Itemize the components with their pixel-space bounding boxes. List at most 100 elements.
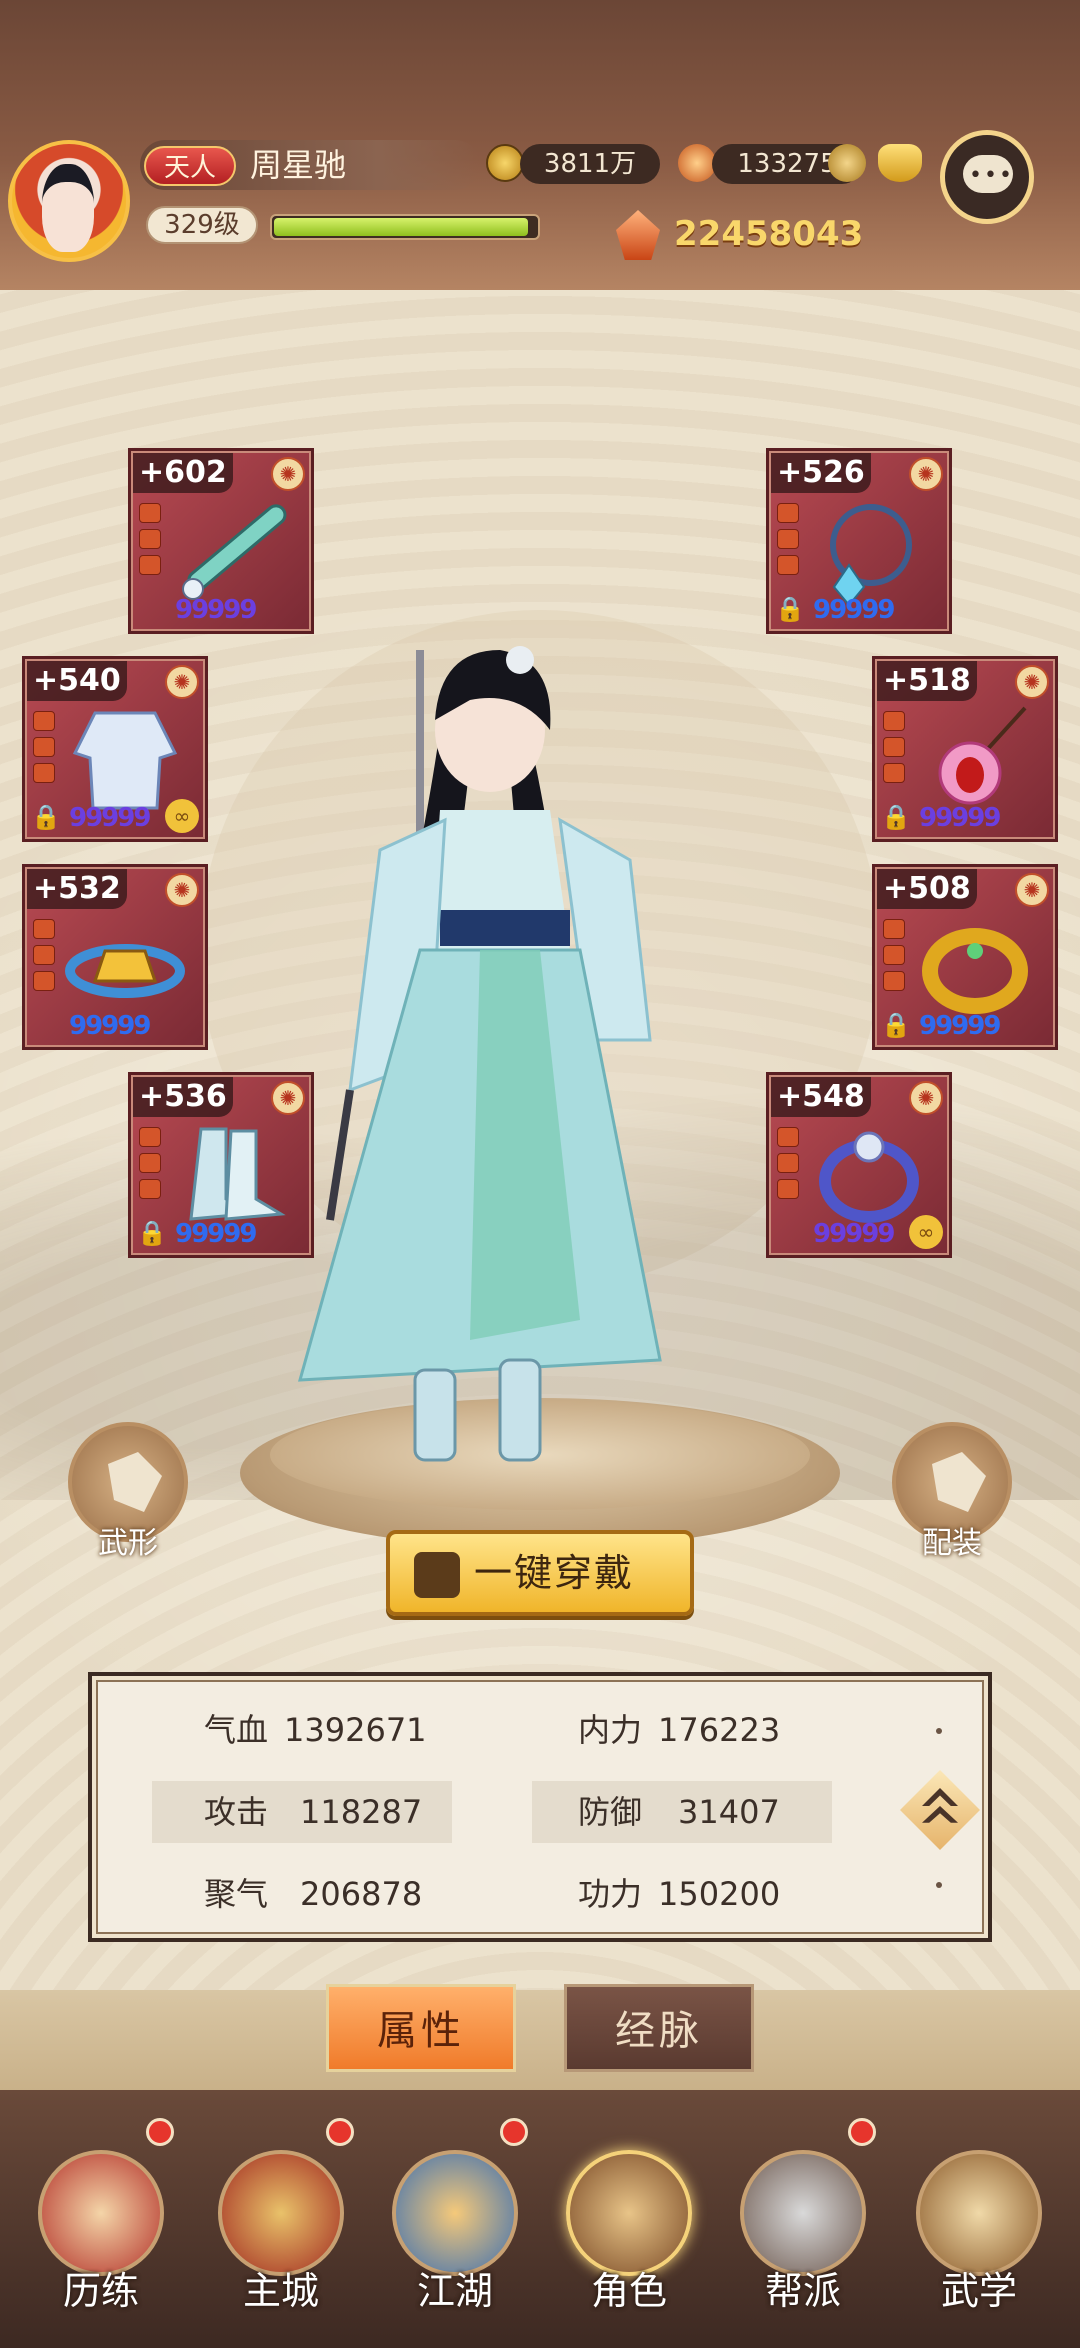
nav-jianghu[interactable]: 江湖 <box>380 2110 530 2340</box>
nav-martial-arts[interactable]: 武学 <box>904 2110 1054 2340</box>
jianghu-icon <box>392 2150 518 2276</box>
star-rating: 99999 <box>919 1011 1001 1041</box>
gem-sockets <box>33 919 55 997</box>
character-icon <box>566 2150 692 2276</box>
necklace-icon <box>915 703 1035 813</box>
gem-sockets <box>139 1127 161 1205</box>
nav-guild[interactable]: 帮派 <box>728 2110 878 2340</box>
star-rating: 99999 <box>69 1011 151 1041</box>
star-rating: 99999 <box>813 595 895 625</box>
equip-level: +602 <box>133 453 233 493</box>
quality-medal-icon: ✺ <box>165 873 199 907</box>
armlet-icon <box>915 911 1035 1021</box>
equip-level: +508 <box>877 869 977 909</box>
bracelet-icon <box>809 495 929 607</box>
equip-slot-necklace[interactable]: +518 ✺ 🔒 99999 <box>872 656 1058 842</box>
nav-training[interactable]: 历练 <box>26 2110 176 2340</box>
quality-medal-icon: ✺ <box>165 665 199 699</box>
lock-icon: 🔒 <box>137 1219 167 1247</box>
outfit-icon <box>932 1452 986 1512</box>
nav-character[interactable]: 角色 <box>554 2110 704 2340</box>
player-avatar[interactable] <box>8 140 130 262</box>
equip-all-icon <box>414 1552 460 1598</box>
equip-level: +540 <box>27 661 127 701</box>
equip-slot-armlet[interactable]: +508 ✺ 🔒 99999 <box>872 864 1058 1050</box>
tab-meridians[interactable]: 经脉 <box>564 1984 754 2072</box>
scroll-icon <box>916 2150 1042 2276</box>
gem-sockets <box>883 711 905 789</box>
gold-ingot-icon[interactable] <box>878 144 922 182</box>
tab-attributes[interactable]: 属性 <box>326 1984 516 2072</box>
stat-attack: 攻击 118287 <box>204 1793 423 1831</box>
lock-icon: 🔒 <box>775 595 805 623</box>
scroll-tick <box>936 1882 942 1888</box>
equip-slot-ring[interactable]: +548 ✺ 99999 ∞ <box>766 1072 952 1258</box>
gem-sockets <box>139 503 161 581</box>
equip-level: +518 <box>877 661 977 701</box>
nav-label: 江湖 <box>416 2269 493 2313</box>
chevron-up-icon <box>922 1806 958 1823</box>
nav-city[interactable]: 主城 <box>206 2110 356 2340</box>
weapon-icon <box>171 495 291 605</box>
guild-icon <box>740 2150 866 2276</box>
link-icon: ∞ <box>909 1215 943 1249</box>
star-rating: 99999 <box>175 595 257 625</box>
quality-medal-icon: ✺ <box>1015 873 1049 907</box>
notification-badge <box>848 2118 876 2146</box>
ring-icon <box>809 1119 929 1229</box>
scroll-tick <box>936 1728 942 1734</box>
gem-sockets <box>883 919 905 997</box>
notification-badge <box>326 2118 354 2146</box>
stat-skill-power: 功力 150200 <box>578 1875 781 1913</box>
combat-power: 22458043 <box>674 214 864 254</box>
equip-level: +526 <box>771 453 871 493</box>
gem-sockets <box>33 711 55 789</box>
chat-button[interactable]: ••• <box>940 130 1034 224</box>
gem-sockets <box>777 1127 799 1205</box>
xp-bar <box>270 214 540 240</box>
xp-fill <box>274 218 528 236</box>
quality-medal-icon: ✺ <box>909 1081 943 1115</box>
equip-slot-belt[interactable]: +532 ✺ 99999 <box>22 864 208 1050</box>
stat-hp: 气血 1392671 <box>204 1711 427 1749</box>
quality-medal-icon: ✺ <box>1015 665 1049 699</box>
coin-icon <box>486 144 524 182</box>
equip-slot-robe[interactable]: +540 ✺ 🔒 99999 ∞ <box>22 656 208 842</box>
player-name: 周星驰 <box>250 146 347 184</box>
stats-panel: 气血 1392671 内力 176223 攻击 118287 防御 31407 聚气 20… <box>88 1672 992 1942</box>
equip-level: +536 <box>133 1077 233 1117</box>
lock-icon: 🔒 <box>881 803 911 831</box>
gem-icon <box>678 144 716 182</box>
equip-level: +548 <box>771 1077 871 1117</box>
equip-slot-bracelet[interactable]: +526 ✺ 🔒 99999 <box>766 448 952 634</box>
gem-sockets <box>777 503 799 581</box>
form-icon <box>108 1452 162 1512</box>
stat-defense: 防御 31407 <box>578 1793 780 1831</box>
avatar-face <box>42 164 94 252</box>
nav-label: 历练 <box>62 2269 139 2313</box>
nav-label: 武学 <box>940 2269 1017 2313</box>
chevron-up-icon <box>922 1788 958 1806</box>
star-rating: 99999 <box>69 803 151 833</box>
equip-all-label: 一键穿戴 <box>474 1551 635 1595</box>
rank-badge: 天人 <box>144 146 236 186</box>
form-label: 武形 <box>98 1526 158 1561</box>
player-level: 329级 <box>146 206 258 244</box>
training-icon <box>38 2150 164 2276</box>
coins-value: 3811万 <box>520 144 660 184</box>
character-figure <box>270 620 740 1500</box>
equip-level: +532 <box>27 869 127 909</box>
equip-slot-weapon[interactable]: +602 ✺ 99999 <box>128 448 314 634</box>
link-icon: ∞ <box>165 799 199 833</box>
star-rating: 99999 <box>175 1219 257 1249</box>
lock-icon: 🔒 <box>31 803 61 831</box>
robe-icon <box>65 703 185 813</box>
belt-icon <box>65 911 185 1021</box>
quality-medal-icon: ✺ <box>271 457 305 491</box>
stat-internal-power: 内力 176223 <box>578 1711 781 1749</box>
star-rating: 99999 <box>813 1219 895 1249</box>
equip-all-button[interactable]: 一键穿戴 <box>386 1530 694 1616</box>
gem-add-icon[interactable] <box>828 144 866 182</box>
nav-label: 角色 <box>590 2269 667 2313</box>
stat-focus: 聚气 206878 <box>204 1875 423 1913</box>
